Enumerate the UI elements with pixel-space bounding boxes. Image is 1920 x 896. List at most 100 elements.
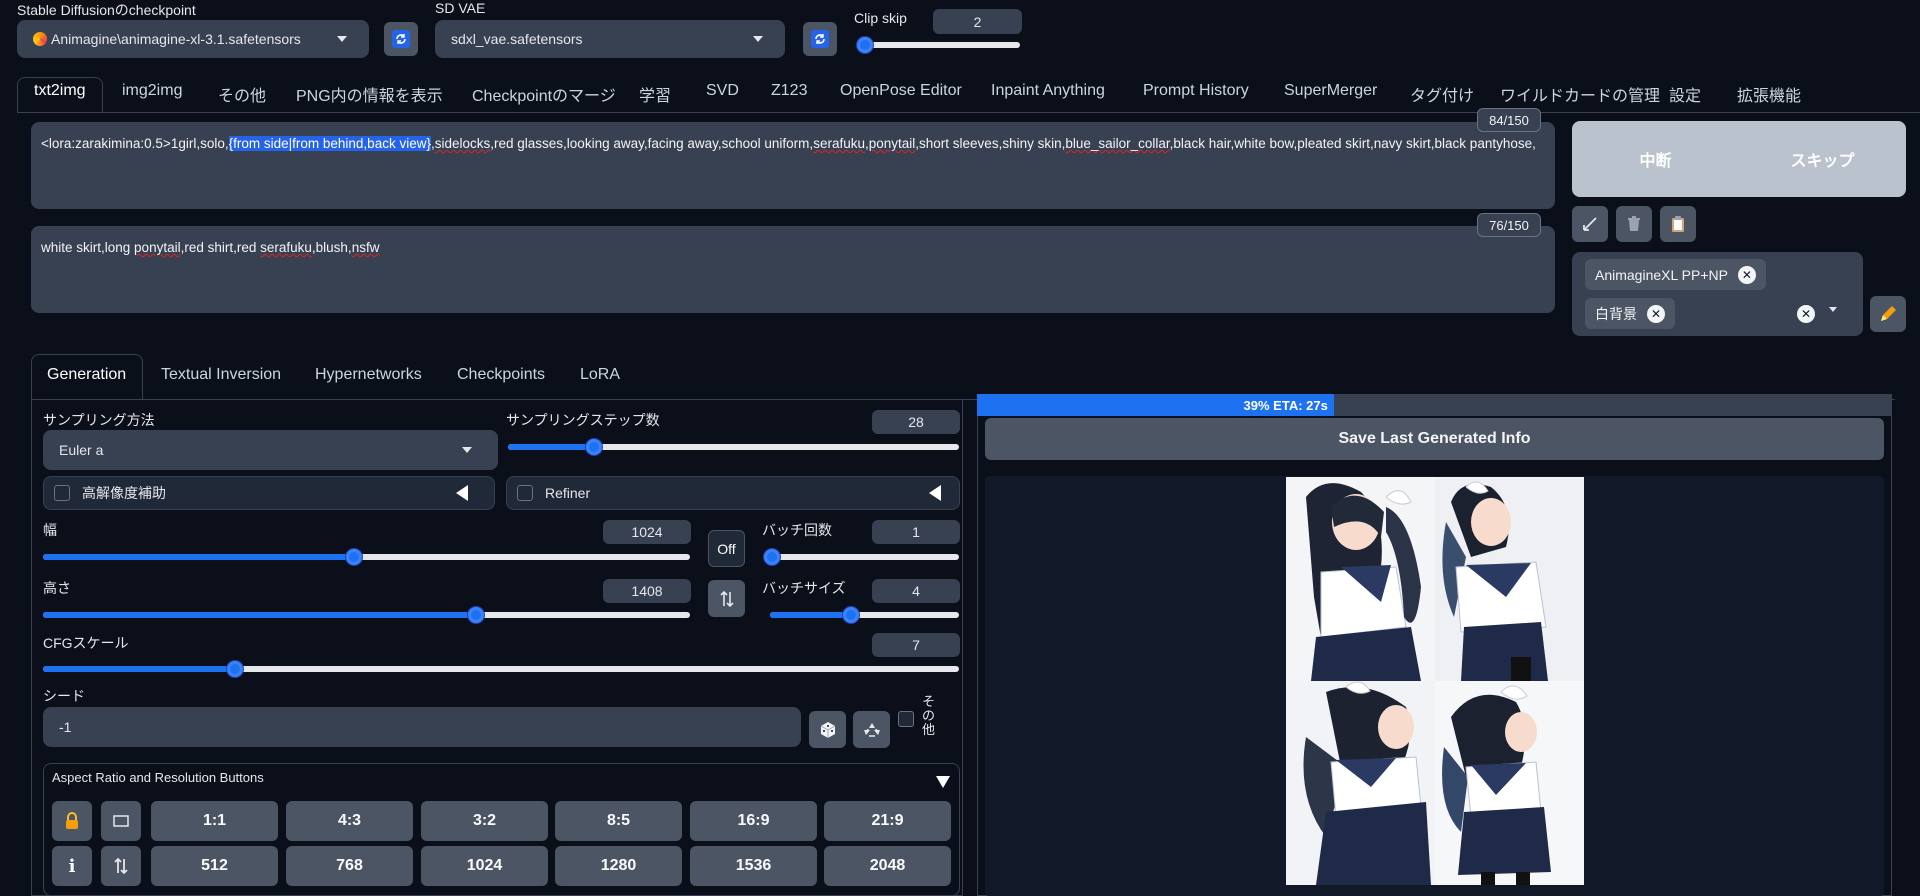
- slider-fill: [770, 612, 852, 618]
- read-params-button[interactable]: [1572, 206, 1608, 242]
- tab-14[interactable]: 設定: [1669, 82, 1701, 106]
- tab-6[interactable]: SVD: [706, 82, 739, 100]
- reuse-seed-button[interactable]: [853, 711, 890, 748]
- info-icon: i: [68, 855, 76, 877]
- slider-knob[interactable]: [345, 549, 362, 565]
- checkpoint-dropdown[interactable]: Animagine\animagine-xl-3.1.safetensors: [17, 20, 369, 58]
- info-button[interactable]: i: [52, 846, 92, 886]
- subtab-0[interactable]: Generation: [47, 366, 126, 384]
- cfg-scale-slider[interactable]: [43, 661, 959, 677]
- sampling-method-value: Euler a: [59, 442, 104, 458]
- collapse-left-icon[interactable]: [456, 485, 468, 501]
- sampling-steps-input[interactable]: 28: [872, 410, 960, 434]
- anime-girls-image: [1286, 477, 1584, 885]
- orientation-button[interactable]: [101, 801, 141, 841]
- batch-count-input[interactable]: 1: [872, 520, 960, 544]
- tab-9[interactable]: Inpaint Anything: [991, 82, 1105, 100]
- lock-ratio-button[interactable]: [52, 801, 92, 841]
- generated-image-grid[interactable]: [1286, 477, 1584, 885]
- tab-7[interactable]: Z123: [771, 82, 807, 100]
- size-button-0[interactable]: 512: [151, 846, 278, 886]
- seed-label: シード: [43, 688, 85, 704]
- sampling-method-dropdown[interactable]: Euler a: [43, 430, 498, 470]
- cfg-scale-input[interactable]: 7: [872, 633, 960, 657]
- prompt-token-counter: 84/150: [1477, 108, 1541, 132]
- height-slider[interactable]: [43, 607, 690, 623]
- chevron-down-icon[interactable]: [1829, 307, 1837, 312]
- size-button-2[interactable]: 1024: [421, 846, 548, 886]
- size-button-4[interactable]: 1536: [690, 846, 817, 886]
- ratio-button-0[interactable]: 1:1: [151, 801, 278, 841]
- tab-2[interactable]: その他: [218, 82, 266, 106]
- vae-dropdown[interactable]: sdxl_vae.safetensors: [435, 20, 785, 58]
- close-icon[interactable]: ✕: [1647, 304, 1665, 323]
- prompt-token: ,short sleeves,shiny skin,: [915, 136, 1066, 151]
- batch-size-input[interactable]: 4: [872, 579, 960, 603]
- refiner-accordion[interactable]: Refiner: [506, 476, 960, 510]
- clip-skip-input[interactable]: 2: [933, 9, 1022, 34]
- slider-knob[interactable]: [763, 549, 780, 565]
- random-seed-button[interactable]: [809, 711, 846, 748]
- slider-knob[interactable]: [857, 37, 874, 53]
- hires-fix-checkbox[interactable]: [54, 485, 70, 501]
- tab-1[interactable]: img2img: [122, 82, 182, 100]
- collapse-left-icon[interactable]: [929, 485, 941, 501]
- refresh-checkpoint-button[interactable]: [384, 22, 418, 56]
- skip-button[interactable]: スキップ: [1739, 121, 1906, 197]
- ratio-button-4[interactable]: 16:9: [690, 801, 817, 841]
- edit-styles-button[interactable]: [1870, 296, 1906, 332]
- close-icon[interactable]: ✕: [1737, 265, 1756, 284]
- tab-11[interactable]: SuperMerger: [1284, 82, 1377, 100]
- tab-3[interactable]: PNG内の情報を表示: [296, 82, 443, 106]
- swap-ratio-button[interactable]: [101, 846, 141, 886]
- refiner-checkbox[interactable]: [517, 485, 533, 501]
- slider-knob[interactable]: [585, 439, 602, 455]
- tab-8[interactable]: OpenPose Editor: [840, 82, 962, 100]
- size-button-1[interactable]: 768: [286, 846, 413, 886]
- height-input[interactable]: 1408: [603, 579, 691, 603]
- swap-dimensions-button[interactable]: [708, 580, 745, 617]
- size-button-3[interactable]: 1280: [555, 846, 682, 886]
- clear-prompt-button[interactable]: [1616, 206, 1652, 242]
- width-slider[interactable]: [43, 549, 690, 565]
- tab-10[interactable]: Prompt History: [1143, 82, 1249, 100]
- seed-input[interactable]: -1: [43, 707, 801, 747]
- seed-value: -1: [59, 719, 72, 735]
- ratio-button-2[interactable]: 3:2: [421, 801, 548, 841]
- batch-count-slider[interactable]: [763, 549, 959, 565]
- interrupt-button[interactable]: 中断: [1572, 121, 1739, 197]
- negative-prompt-textarea[interactable]: white skirt,long ponytail,red shirt,red …: [31, 226, 1555, 313]
- chevron-down-icon: [753, 36, 763, 42]
- paste-style-button[interactable]: [1660, 206, 1696, 242]
- tab-5[interactable]: 学習: [639, 82, 671, 106]
- subtab-1[interactable]: Textual Inversion: [161, 366, 281, 384]
- tab-12[interactable]: タグ付け: [1410, 82, 1474, 106]
- subtab-2[interactable]: Hypernetworks: [315, 366, 422, 384]
- extra-seed-checkbox[interactable]: [898, 711, 914, 727]
- style-chip[interactable]: AnimagineXL PP+NP ✕: [1585, 259, 1766, 290]
- collapse-down-icon[interactable]: [936, 776, 950, 788]
- ratio-button-1[interactable]: 4:3: [286, 801, 413, 841]
- clip-skip-slider[interactable]: [857, 37, 1020, 53]
- subtab-3[interactable]: Checkpoints: [457, 366, 545, 384]
- ratio-button-5[interactable]: 21:9: [824, 801, 951, 841]
- batch-size-slider[interactable]: [770, 607, 959, 623]
- refresh-icon: [811, 30, 829, 48]
- sampling-steps-slider[interactable]: [508, 439, 959, 455]
- size-button-5[interactable]: 2048: [824, 846, 951, 886]
- style-chip[interactable]: 白背景 ✕: [1585, 298, 1675, 329]
- prompt-token: ,blush,: [311, 240, 352, 255]
- off-button[interactable]: Off: [708, 530, 745, 567]
- save-last-info-button[interactable]: Save Last Generated Info: [985, 418, 1884, 460]
- tab-0[interactable]: txt2img: [34, 82, 86, 100]
- tab-4[interactable]: Checkpointのマージ: [472, 82, 616, 106]
- ratio-button-3[interactable]: 8:5: [555, 801, 682, 841]
- tab-13[interactable]: ワイルドカードの管理: [1500, 82, 1660, 106]
- subtab-4[interactable]: LoRA: [580, 366, 620, 384]
- hires-fix-accordion[interactable]: 高解像度補助: [43, 476, 495, 510]
- clear-styles-icon[interactable]: ✕: [1797, 305, 1815, 323]
- width-input[interactable]: 1024: [603, 520, 691, 544]
- tab-15[interactable]: 拡張機能: [1737, 82, 1801, 106]
- prompt-textarea[interactable]: <lora:zarakimina:0.5>1girl,solo,{from si…: [31, 122, 1555, 209]
- refresh-vae-button[interactable]: [803, 22, 837, 56]
